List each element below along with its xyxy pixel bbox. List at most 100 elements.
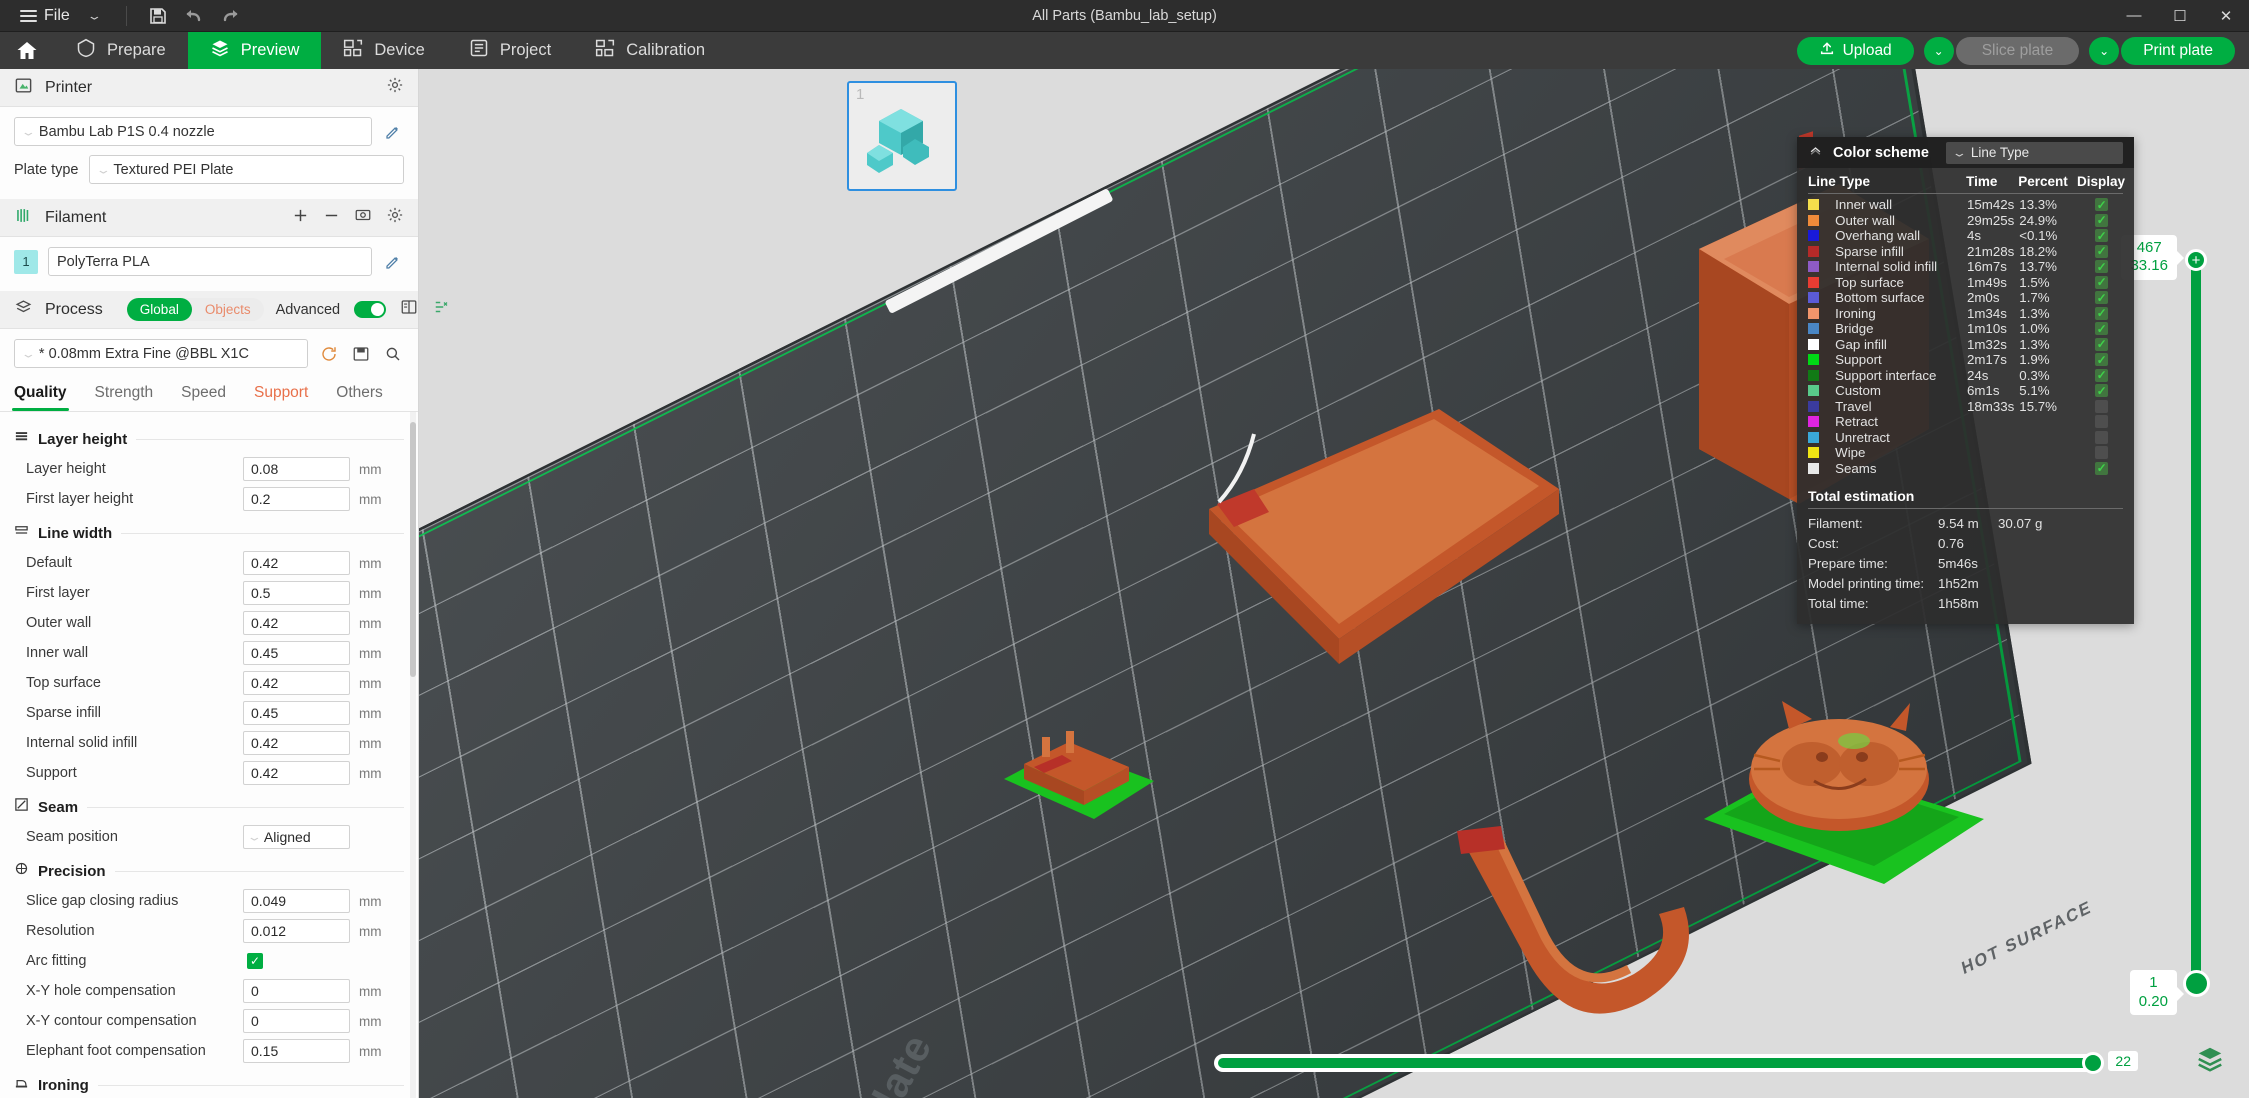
home-icon[interactable]: [0, 32, 54, 69]
tab-strength[interactable]: Strength: [95, 384, 154, 411]
line-type-row[interactable]: Bottom surface 2m0s 1.7%: [1808, 290, 2123, 306]
collapse-chevron-up-icon[interactable]: [1808, 143, 1823, 163]
setting-input[interactable]: 0.42: [243, 671, 350, 695]
slice-plate-button[interactable]: Slice plate: [1955, 36, 2080, 65]
line-type-row[interactable]: Top surface 1m49s 1.5%: [1808, 275, 2123, 291]
setting-input[interactable]: 0: [243, 979, 350, 1003]
gear-icon[interactable]: [386, 76, 404, 99]
line-type-row[interactable]: Travel 18m33s 15.7%: [1808, 399, 2123, 415]
remove-filament-icon[interactable]: [323, 207, 340, 229]
line-type-display-toggle[interactable]: [2080, 306, 2123, 320]
line-type-row[interactable]: Wipe: [1808, 445, 2123, 461]
line-type-display-toggle[interactable]: [2080, 337, 2123, 351]
line-type-row[interactable]: Bridge 1m10s 1.0%: [1808, 321, 2123, 337]
maximize-button[interactable]: ☐: [2157, 0, 2203, 32]
setting-checkbox[interactable]: ✓: [247, 953, 263, 969]
setting-input[interactable]: 0.15: [243, 1039, 350, 1063]
tab-preview[interactable]: Preview: [187, 32, 322, 69]
setting-input[interactable]: 0.45: [243, 701, 350, 725]
edit-printer-icon[interactable]: [382, 121, 404, 143]
line-type-display-toggle[interactable]: [2080, 275, 2123, 289]
printer-preset-select[interactable]: ⌄ Bambu Lab P1S 0.4 nozzle: [14, 117, 372, 146]
filament-settings-gear-icon[interactable]: [386, 206, 404, 229]
line-type-display-toggle[interactable]: [2080, 244, 2123, 258]
setting-input[interactable]: 0.012: [243, 919, 350, 943]
tab-others[interactable]: Others: [336, 384, 383, 411]
print-plate-button[interactable]: Print plate: [2121, 36, 2235, 65]
plate-thumbnail[interactable]: 1: [847, 81, 957, 191]
tab-support[interactable]: Support: [254, 384, 308, 411]
search-settings-icon[interactable]: [432, 298, 450, 321]
layer-slider-bottom-handle[interactable]: [2183, 970, 2210, 997]
settings-scrollbar-thumb[interactable]: [410, 422, 416, 677]
process-preset-select[interactable]: ⌄ * 0.08mm Extra Fine @BBL X1C: [14, 339, 308, 368]
setting-input[interactable]: 0.2: [243, 487, 350, 511]
move-slider-handle[interactable]: [2082, 1052, 2104, 1074]
move-slider-horizontal[interactable]: 22: [1214, 1050, 2138, 1076]
line-type-row[interactable]: Support 2m17s 1.9%: [1808, 352, 2123, 368]
filament-spool-icon[interactable]: [354, 206, 372, 229]
save-icon[interactable]: [141, 3, 175, 29]
model-flat-lid[interactable]: [1189, 394, 1589, 744]
line-type-display-toggle[interactable]: [2080, 461, 2123, 475]
setting-input[interactable]: 0.5: [243, 581, 350, 605]
line-type-row[interactable]: Inner wall 15m42s 13.3%: [1808, 197, 2123, 213]
settings-scroll-area[interactable]: Layer height Layer height 0.08 mm First laye…: [0, 412, 418, 1098]
slice-plate-dropdown-icon[interactable]: ⌄: [1923, 36, 1954, 65]
line-type-display-toggle[interactable]: [2080, 415, 2123, 429]
line-type-row[interactable]: Ironing 1m34s 1.3%: [1808, 306, 2123, 322]
line-type-display-toggle[interactable]: [2080, 229, 2123, 243]
model-bracket[interactable]: [994, 709, 1174, 839]
view-layers-button[interactable]: [2193, 1042, 2227, 1076]
upload-button[interactable]: Upload: [1796, 36, 1914, 65]
layer-slider-top-handle[interactable]: +: [2185, 249, 2207, 271]
line-type-display-toggle[interactable]: [2080, 291, 2123, 305]
model-hook[interactable]: [1429, 819, 1699, 1039]
setting-input[interactable]: 0.45: [243, 641, 350, 665]
layer-slider-track[interactable]: [2191, 261, 2201, 981]
setting-input[interactable]: 0.049: [243, 889, 350, 913]
setting-select[interactable]: ⌄ Aligned: [243, 825, 350, 849]
close-button[interactable]: ✕: [2203, 0, 2249, 32]
line-type-display-toggle[interactable]: [2080, 384, 2123, 398]
line-type-row[interactable]: Support interface 24s 0.3%: [1808, 368, 2123, 384]
line-type-display-toggle[interactable]: [2080, 322, 2123, 336]
add-filament-icon[interactable]: [292, 207, 309, 229]
filament-index-badge[interactable]: 1: [14, 249, 38, 274]
line-type-row[interactable]: Retract: [1808, 414, 2123, 430]
redo-icon[interactable]: [213, 3, 247, 29]
3d-viewport[interactable]: Plate HOT SURFACE 1 Color scheme ⌄ Line …: [419, 69, 2249, 1098]
line-type-display-toggle[interactable]: [2080, 399, 2123, 413]
tab-prepare[interactable]: Prepare: [54, 32, 188, 69]
model-cat-figure[interactable]: [1694, 669, 1994, 899]
advanced-toggle[interactable]: [354, 301, 387, 318]
undo-icon[interactable]: [177, 3, 211, 29]
line-type-display-toggle[interactable]: [2080, 353, 2123, 367]
line-type-display-toggle[interactable]: [2080, 260, 2123, 274]
tab-device[interactable]: Device: [321, 32, 446, 69]
line-type-display-toggle[interactable]: [2080, 430, 2123, 444]
setting-input[interactable]: 0.08: [243, 457, 350, 481]
compare-presets-icon[interactable]: [400, 298, 418, 321]
filament-preset-select[interactable]: PolyTerra PLA: [48, 247, 372, 276]
tab-calibration[interactable]: Calibration: [573, 32, 727, 69]
edit-filament-icon[interactable]: [382, 251, 404, 273]
tab-project[interactable]: Project: [447, 32, 573, 69]
setting-input[interactable]: 0.42: [243, 551, 350, 575]
tab-speed[interactable]: Speed: [181, 384, 226, 411]
menu-chevron-down-icon[interactable]: ⌄: [78, 3, 112, 29]
line-type-row[interactable]: Unretract: [1808, 430, 2123, 446]
line-type-row[interactable]: Internal solid infill 16m7s 13.7%: [1808, 259, 2123, 275]
line-type-display-toggle[interactable]: [2080, 446, 2123, 460]
search-icon[interactable]: [382, 343, 404, 365]
minimize-button[interactable]: —: [2111, 0, 2157, 32]
line-type-display-toggle[interactable]: [2080, 368, 2123, 382]
line-type-row[interactable]: Overhang wall 4s <0.1%: [1808, 228, 2123, 244]
setting-input[interactable]: 0.42: [243, 731, 350, 755]
layer-slider-vertical[interactable]: + 467 33.16 1 0.20: [2121, 235, 2210, 1015]
file-menu-button[interactable]: File: [14, 7, 76, 25]
plate-type-select[interactable]: ⌄ Textured PEI Plate: [88, 155, 404, 184]
scope-objects-option[interactable]: Objects: [192, 302, 264, 317]
line-type-display-toggle[interactable]: [2080, 213, 2123, 227]
line-type-row[interactable]: Seams: [1808, 461, 2123, 477]
